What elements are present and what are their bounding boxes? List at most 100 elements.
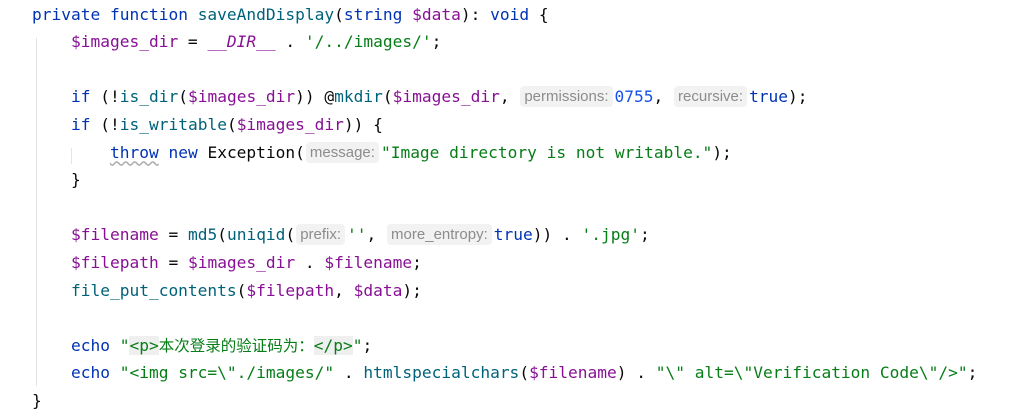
code-token: . xyxy=(275,32,305,52)
variable-token: $filepath xyxy=(246,280,335,300)
code-token: ); xyxy=(788,87,808,107)
code-token: ( xyxy=(236,280,247,300)
string-token: </p> xyxy=(313,335,353,355)
variable-token: $data xyxy=(353,280,403,300)
parameter-name-hint: permissions: xyxy=(520,86,613,108)
code-token: )) @ xyxy=(295,87,335,107)
code-line[interactable]: echo "<p>本次登录的验证码为：</p>"; xyxy=(32,332,372,360)
code-token: , xyxy=(334,280,354,300)
variable-token: $filename xyxy=(324,252,413,272)
code-line[interactable]: $images_dir = __DIR__ . '/../images/'; xyxy=(32,28,441,56)
function-name-token: md5 xyxy=(187,225,218,245)
code-token: . xyxy=(295,252,325,272)
function-name-token: is_writable xyxy=(119,114,227,134)
function-name-token: mkdir xyxy=(334,87,383,107)
code-token: ( xyxy=(285,225,296,245)
keyword-token: new xyxy=(168,142,198,162)
code-token: , xyxy=(366,225,387,245)
code-token: ; xyxy=(362,335,373,355)
code-line[interactable]: $filepath = $images_dir . $filename; xyxy=(32,249,422,277)
keyword-token: private xyxy=(32,4,110,24)
keyword-token: echo xyxy=(70,335,110,355)
keyword-token: echo xyxy=(70,363,110,383)
code-token: ): xyxy=(460,4,491,24)
code-token: , xyxy=(499,87,520,107)
code-editor[interactable]: private function saveAndDisplay(string $… xyxy=(0,0,1029,420)
string-token: " xyxy=(109,335,130,355)
magic-constant-token: __DIR__ xyxy=(207,32,276,52)
keyword-token: if xyxy=(70,114,91,134)
variable-token: $images_dir xyxy=(70,32,179,52)
code-token: )) { xyxy=(343,114,383,134)
string-token: " xyxy=(352,335,363,355)
code-token: ; xyxy=(431,32,442,52)
parameter-name-hint: prefix: xyxy=(296,224,346,246)
code-token: (! xyxy=(90,87,120,107)
string-token: '' xyxy=(347,225,367,245)
keyword-token: void xyxy=(490,4,530,24)
code-line[interactable]: if (!is_dir($images_dir)) @mkdir($images… xyxy=(32,83,808,111)
keyword-token: throw xyxy=(109,142,159,162)
code-token: = xyxy=(158,252,188,272)
string-token: "\" alt=\"Verification Code\"/>" xyxy=(655,363,968,383)
variable-token: $filename xyxy=(529,363,617,383)
keyword-token: function xyxy=(109,4,198,24)
function-name-token: uniqid xyxy=(226,225,286,245)
function-name-token: saveAndDisplay xyxy=(197,4,335,24)
keyword-token: string xyxy=(343,4,413,24)
code-token: . xyxy=(334,363,364,383)
string-token: <p> xyxy=(129,335,159,355)
parameter-name-hint: message: xyxy=(305,141,379,163)
variable-token: $filename xyxy=(70,225,159,245)
code-token: ( xyxy=(217,225,227,245)
function-name-token: file_put_contents xyxy=(70,280,237,300)
code-token: ); xyxy=(402,280,422,300)
code-token: ( xyxy=(178,87,188,107)
string-token: '.jpg' xyxy=(581,225,640,245)
code-line[interactable]: } xyxy=(32,166,81,194)
string-token: "Image directory is not writable." xyxy=(380,142,713,162)
variable-token: $images_dir xyxy=(187,252,296,272)
code-token: ); xyxy=(712,142,732,162)
variable-token: $images_dir xyxy=(392,87,500,107)
string-token: 本次登录的验证码为： xyxy=(158,336,314,355)
string-token: "<img src=\"./images/" xyxy=(109,363,335,383)
function-name-token: htmlspecialchars xyxy=(363,363,520,383)
variable-token: $images_dir xyxy=(236,114,344,134)
code-token: = xyxy=(158,225,188,245)
code-token: } xyxy=(32,170,81,190)
number-token: 0755 xyxy=(614,87,654,107)
code-token: } xyxy=(32,390,42,410)
code-line[interactable]: throw new Exception(message: "Image direc… xyxy=(32,139,732,167)
keyword-token: true xyxy=(749,87,789,107)
code-line[interactable]: } xyxy=(32,387,42,415)
code-line[interactable]: private function saveAndDisplay(string $… xyxy=(32,1,549,29)
variable-token: $data xyxy=(412,4,461,24)
code-line[interactable]: echo "<img src=\"./images/" . htmlspecia… xyxy=(32,359,977,387)
code-token: ( xyxy=(334,4,344,24)
function-name-token: is_dir xyxy=(119,87,179,107)
code-token: ; xyxy=(412,252,422,272)
code-line[interactable]: file_put_contents($filepath, $data); xyxy=(32,277,422,305)
code-line[interactable]: $filename = md5(uniqid(prefix: '', more_e… xyxy=(32,221,650,249)
code-token: , xyxy=(653,87,674,107)
code-token: = xyxy=(178,32,208,52)
code-token: ( xyxy=(226,114,237,134)
parameter-name-hint: recursive: xyxy=(674,86,748,108)
parameter-name-hint: more_entropy: xyxy=(387,224,492,246)
variable-token: $filepath xyxy=(70,252,159,272)
keyword-token: true xyxy=(493,225,533,245)
code-line[interactable]: if (!is_writable($images_dir)) { xyxy=(32,111,383,139)
code-token: ( xyxy=(519,363,530,383)
code-token: (! xyxy=(90,114,120,134)
code-token: Exception( xyxy=(197,142,305,162)
